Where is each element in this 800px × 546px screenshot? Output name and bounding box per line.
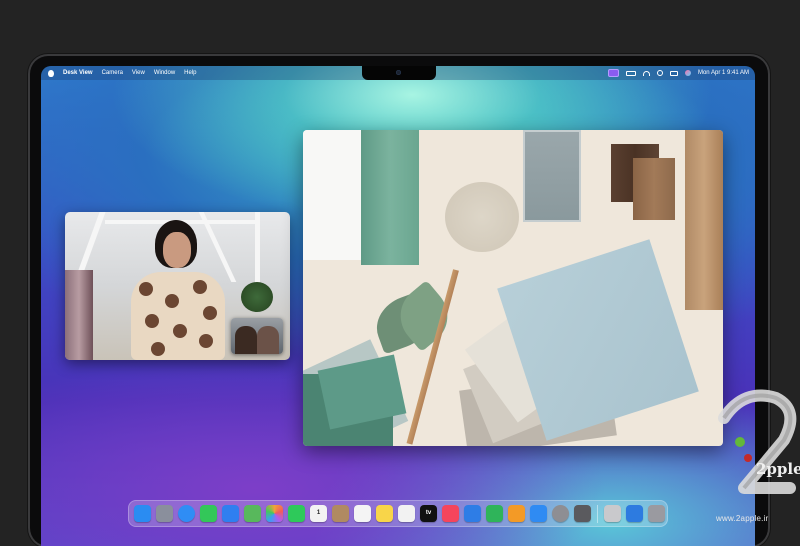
contacts-icon[interactable] xyxy=(332,505,349,522)
clothing-rack xyxy=(65,270,93,360)
pages-icon[interactable] xyxy=(508,505,525,522)
calendar-icon[interactable]: 1 xyxy=(310,505,327,522)
search-icon[interactable] xyxy=(656,70,663,76)
siri-icon[interactable] xyxy=(684,70,691,76)
freeform-icon[interactable] xyxy=(398,505,415,522)
shirt xyxy=(131,272,225,360)
stone-coaster xyxy=(445,182,519,252)
finder-icon[interactable] xyxy=(134,505,151,522)
white-sample xyxy=(303,130,361,260)
apple-logo-icon[interactable] xyxy=(48,69,54,77)
plant xyxy=(241,282,273,312)
watermark-logo-icon xyxy=(718,389,797,494)
mail-icon[interactable] xyxy=(222,505,239,522)
menu-camera[interactable]: Camera xyxy=(102,66,123,80)
safari-icon[interactable] xyxy=(178,505,195,522)
self-view-tile[interactable] xyxy=(231,318,283,354)
menu-help[interactable]: Help xyxy=(184,66,196,80)
watermark: 2pple www.2apple.ir xyxy=(704,388,800,528)
dock-divider xyxy=(597,504,598,523)
music-icon[interactable] xyxy=(442,505,459,522)
wifi-icon[interactable] xyxy=(642,70,650,76)
app-store-icon[interactable] xyxy=(530,505,547,522)
grey-tile xyxy=(523,130,581,222)
messages-icon[interactable] xyxy=(200,505,217,522)
facetime-icon[interactable] xyxy=(288,505,305,522)
background-beam xyxy=(255,212,260,292)
face xyxy=(163,232,191,268)
maps-icon[interactable] xyxy=(244,505,261,522)
numbers-icon[interactable] xyxy=(486,505,503,522)
preview-icon[interactable] xyxy=(604,505,621,522)
menu-window[interactable]: Window xyxy=(154,66,175,80)
settings-icon[interactable] xyxy=(552,505,569,522)
notes-icon[interactable] xyxy=(376,505,393,522)
video-icon[interactable] xyxy=(607,69,619,77)
trash-icon[interactable] xyxy=(648,505,665,522)
desk-view-icon[interactable] xyxy=(626,505,643,522)
iphone-mirroring-icon[interactable] xyxy=(574,505,591,522)
battery-icon[interactable] xyxy=(625,70,636,76)
menu-clock[interactable]: Mon Apr 1 9:41 AM xyxy=(698,66,749,80)
camera-icon xyxy=(396,70,401,75)
light-wood-sample xyxy=(633,158,675,220)
watermark-brand: 2pple xyxy=(756,460,800,478)
app-menu[interactable]: Desk View xyxy=(63,66,93,80)
watermark-url: www.2apple.ir xyxy=(716,514,769,523)
facetime-window[interactable] xyxy=(65,212,290,360)
desk-view-window[interactable] xyxy=(303,130,723,446)
launchpad-icon[interactable] xyxy=(156,505,173,522)
wood-board xyxy=(685,130,723,310)
photos-icon[interactable] xyxy=(266,505,283,522)
control-center-icon[interactable] xyxy=(669,70,678,76)
keynote-icon[interactable] xyxy=(464,505,481,522)
tv-icon[interactable]: tv xyxy=(420,505,437,522)
green-swatch xyxy=(361,130,419,265)
reminders-icon[interactable] xyxy=(354,505,371,522)
menu-view[interactable]: View xyxy=(132,66,145,80)
camera-notch xyxy=(362,66,436,80)
dock: 1 tv xyxy=(128,500,668,527)
caller-person xyxy=(127,220,232,360)
